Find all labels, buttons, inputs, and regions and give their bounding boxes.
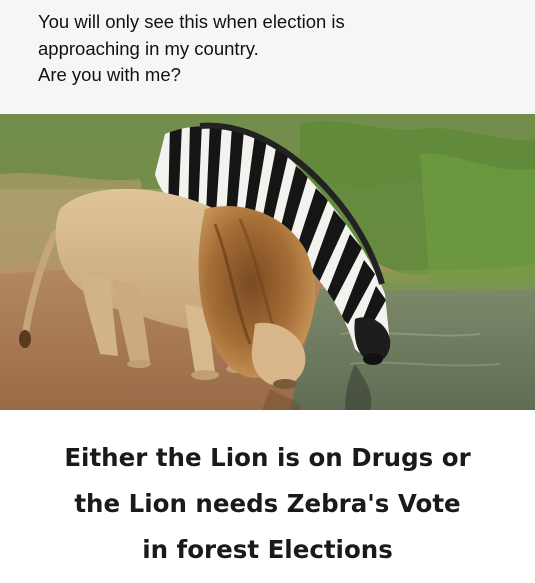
meme-image: You will only see this when election is …: [0, 0, 535, 583]
lion-zebra-photo: [0, 114, 535, 410]
top-caption-line-1: You will only see this when election is: [38, 11, 345, 32]
top-caption-line-2: approaching in my country.: [38, 37, 259, 59]
bottom-caption-line-2: the Lion needs Zebra's Vote: [74, 489, 461, 518]
bottom-caption: Either the Lion is on Drugs or the Lion …: [0, 410, 535, 583]
top-caption: You will only see this when election is …: [0, 0, 535, 114]
bottom-caption-line-3: in forest Elections: [142, 535, 393, 564]
top-caption-line-3: Are you with me?: [38, 64, 181, 85]
bottom-caption-line-1: Either the Lion is on Drugs or: [64, 443, 471, 472]
